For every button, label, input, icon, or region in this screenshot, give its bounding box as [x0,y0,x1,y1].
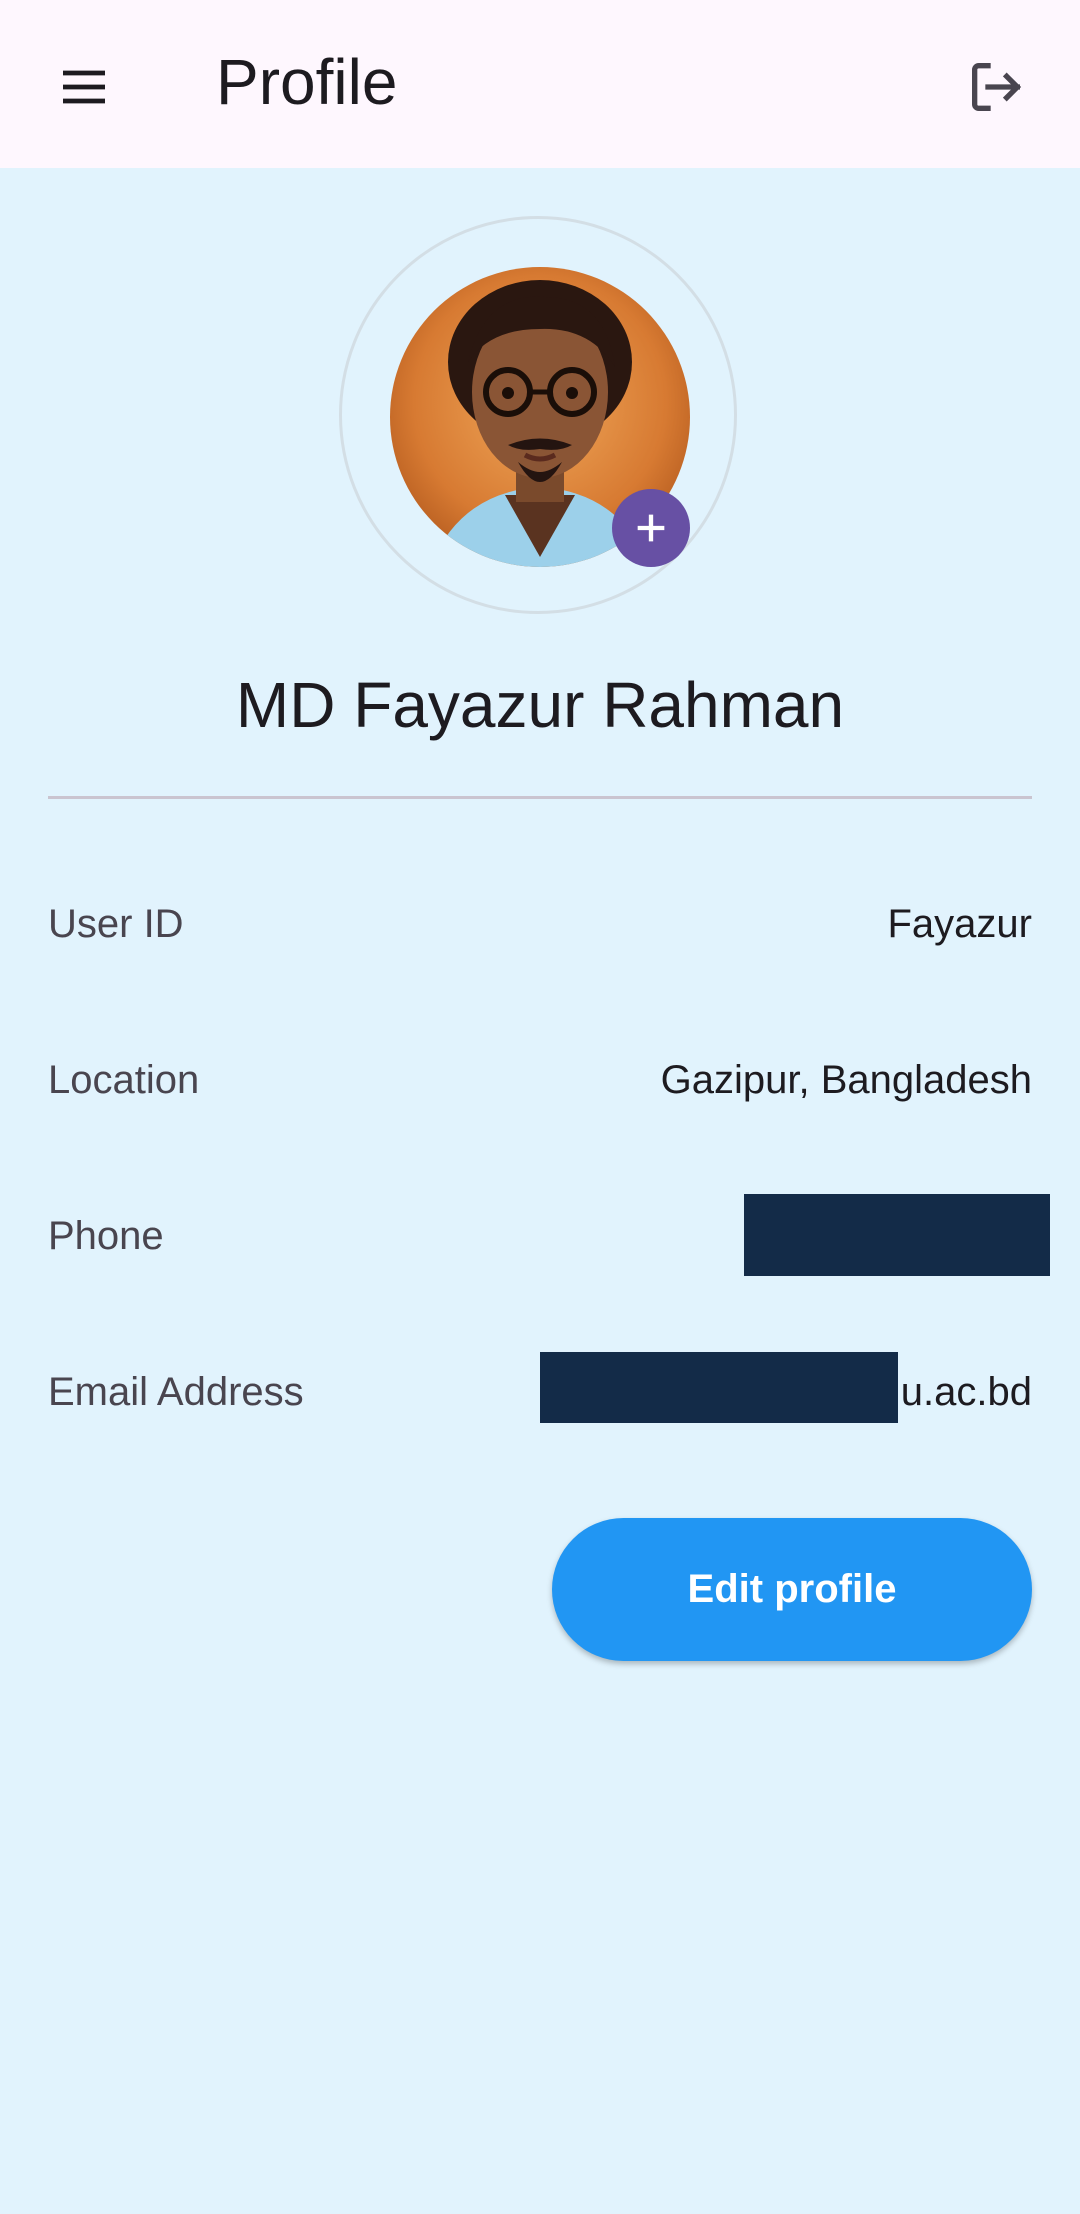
field-row-user-id: User ID Fayazur [48,884,1032,964]
edit-profile-button[interactable]: Edit profile [552,1518,1032,1661]
edit-profile-label: Edit profile [687,1567,897,1611]
profile-name: MD Fayazur Rahman [235,669,845,741]
add-photo-button[interactable] [612,489,690,567]
field-label: Phone [48,1214,164,1258]
field-value: Fayazur [887,902,1033,946]
field-label: Email Address [48,1370,304,1414]
field-row-location: Location Gazipur, Bangladesh [48,1040,1032,1120]
app-bar: Profile [0,0,1080,168]
field-label: User ID [48,902,184,946]
page-title: Profile [216,46,398,118]
plus-icon [637,514,665,542]
field-value: u.ac.bd [900,1370,1032,1414]
phone-redaction [744,1194,1050,1276]
divider [48,796,1032,799]
logout-icon [972,63,1022,111]
email-redaction [540,1352,898,1423]
field-value: Gazipur, Bangladesh [660,1058,1032,1102]
menu-icon [63,70,105,104]
field-label: Location [48,1058,200,1102]
menu-button[interactable] [42,45,126,129]
logout-button[interactable] [954,45,1038,129]
